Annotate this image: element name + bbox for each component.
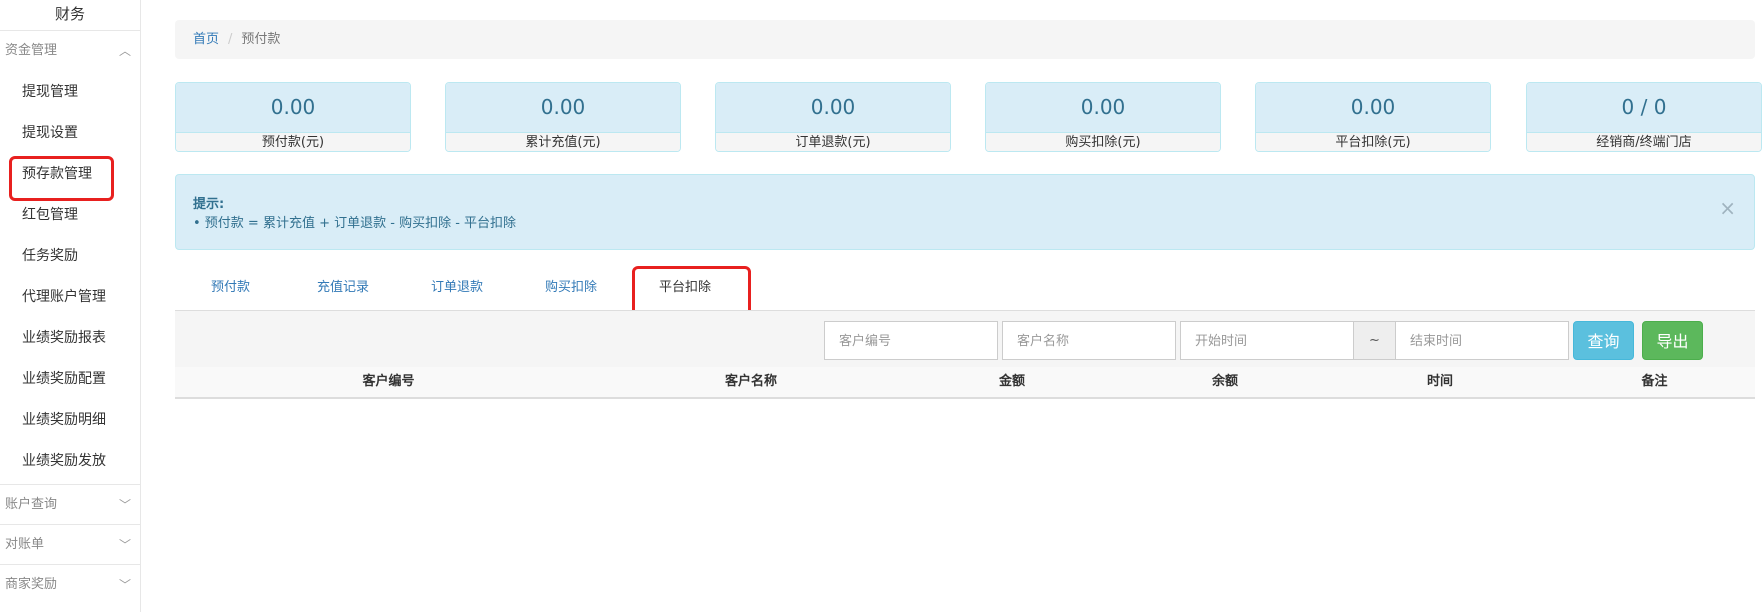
stat-value: 0.00 <box>1256 83 1490 132</box>
sidebar-item-label: 代理账户管理 <box>22 289 106 305</box>
sidebar-title: 财务 <box>54 5 85 23</box>
stat-card-platform-deduction: 0.00 平台扣除(元) <box>1255 82 1491 152</box>
sidebar-item-label: 业绩奖励配置 <box>22 371 106 387</box>
stat-card-total-recharge: 0.00 累计充值(元) <box>445 82 681 152</box>
sidebar-item-performance-config[interactable]: 业绩奖励配置 <box>0 359 140 400</box>
sidebar-item-label: 业绩奖励发放 <box>22 453 106 469</box>
sidebar-item-agent-account-management[interactable]: 代理账户管理 <box>0 277 140 318</box>
sidebar: 财务 资金管理 ︿ 提现管理 提现设置 预存款管理 红包管理 任务奖励 代理账户… <box>0 0 141 612</box>
start-time-input[interactable] <box>1180 321 1354 360</box>
breadcrumb: 首页 / 预付款 <box>175 20 1755 59</box>
sidebar-item-label: 业绩奖励明细 <box>22 412 106 428</box>
stat-card-prepaid: 0.00 预付款(元) <box>175 82 411 152</box>
stats-row: 0.00 预付款(元) 0.00 累计充值(元) 0.00 订单退款(元) 0.… <box>175 82 1762 152</box>
sidebar-item-label: 提现管理 <box>22 84 78 100</box>
chevron-down-icon: ﹀ <box>118 538 131 552</box>
stat-card-dealers-stores: 0 / 0 经销商/终端门店 <box>1526 82 1762 152</box>
sidebar-item-deposit-management[interactable]: 预存款管理 <box>0 154 140 201</box>
sidebar-group-label: 商家奖励 <box>5 577 58 592</box>
export-button[interactable]: 导出 <box>1642 321 1703 360</box>
stat-card-order-refund: 0.00 订单退款(元) <box>715 82 951 152</box>
tab-purchase-deduction[interactable]: 购买扣除 <box>545 266 597 310</box>
end-time-input[interactable] <box>1395 321 1569 360</box>
stat-value: 0.00 <box>446 83 680 132</box>
tab-bar: 预付款 充值记录 订单退款 购买扣除 平台扣除 <box>175 266 1755 318</box>
stat-value: 0.00 <box>716 83 950 132</box>
alert-title: 提示: <box>193 197 225 212</box>
stat-label: 平台扣除(元) <box>1256 132 1490 151</box>
column-header-time: 时间 <box>1426 374 1453 389</box>
breadcrumb-separator: / <box>228 32 233 47</box>
sidebar-item-label: 红包管理 <box>22 207 78 223</box>
sidebar-group-label: 资金管理 <box>5 43 58 58</box>
date-range-separator: ~ <box>1354 321 1395 360</box>
sidebar-item-performance-report[interactable]: 业绩奖励报表 <box>0 318 140 359</box>
alert-text: • 预付款 = 累计充值 + 订单退款 - 购买扣除 - 平台扣除 <box>193 216 517 231</box>
sidebar-group-label: 对账单 <box>5 537 45 552</box>
stat-card-purchase-deduction: 0.00 购买扣除(元) <box>985 82 1221 152</box>
stat-label: 累计充值(元) <box>446 132 680 151</box>
breadcrumb-home-link[interactable]: 首页 <box>193 32 219 47</box>
sidebar-item-label: 任务奖励 <box>22 248 78 264</box>
sidebar-group-account-query[interactable]: 账户查询 ﹀ <box>0 484 140 524</box>
info-alert: 提示: • 预付款 = 累计充值 + 订单退款 - 购买扣除 - 平台扣除 × <box>175 174 1755 250</box>
sidebar-group-fund-management[interactable]: 资金管理 ︿ <box>0 30 140 70</box>
chevron-down-icon: ﹀ <box>118 578 131 592</box>
column-header-balance: 余额 <box>1211 374 1238 389</box>
tab-platform-deduction[interactable]: 平台扣除 <box>631 266 752 318</box>
close-icon[interactable]: × <box>1719 197 1736 219</box>
tab-order-refund[interactable]: 订单退款 <box>431 266 483 310</box>
query-button[interactable]: 查询 <box>1573 321 1634 360</box>
tab-prepaid[interactable]: 预付款 <box>211 266 250 310</box>
sidebar-item-red-packet-management[interactable]: 红包管理 <box>0 195 140 236</box>
stat-label: 订单退款(元) <box>716 132 950 151</box>
stat-label: 经销商/终端门店 <box>1527 132 1761 151</box>
stat-value: 0.00 <box>986 83 1220 132</box>
column-header-customer-name: 客户名称 <box>724 374 777 389</box>
sidebar-item-label: 业绩奖励报表 <box>22 330 106 346</box>
stat-label: 购买扣除(元) <box>986 132 1220 151</box>
sidebar-item-withdraw-settings[interactable]: 提现设置 <box>0 113 140 154</box>
sidebar-item-task-rewards[interactable]: 任务奖励 <box>0 236 140 277</box>
column-header-remarks: 备注 <box>1641 374 1668 389</box>
stat-label: 预付款(元) <box>176 132 410 151</box>
sidebar-item-performance-payout[interactable]: 业绩奖励发放 <box>0 441 140 482</box>
stat-value: 0.00 <box>176 83 410 132</box>
sidebar-group-label: 账户查询 <box>5 497 58 512</box>
table-header: 客户编号 客户名称 金额 余额 时间 备注 <box>175 367 1755 399</box>
tab-recharge-records[interactable]: 充值记录 <box>317 266 369 310</box>
column-header-customer-id: 客户编号 <box>362 374 415 389</box>
stat-value: 0 / 0 <box>1527 83 1761 132</box>
breadcrumb-current: 预付款 <box>241 32 281 47</box>
sidebar-group-merchant-rewards[interactable]: 商家奖励 ﹀ <box>0 564 140 604</box>
sidebar-group-statements[interactable]: 对账单 ﹀ <box>0 524 140 564</box>
chevron-up-icon: ︿ <box>118 44 131 58</box>
search-toolbar: ~ 查询 导出 <box>175 310 1755 367</box>
chevron-down-icon: ﹀ <box>118 498 131 512</box>
customer-name-input[interactable] <box>1002 321 1176 360</box>
customer-id-input[interactable] <box>824 321 998 360</box>
sidebar-item-performance-details[interactable]: 业绩奖励明细 <box>0 400 140 441</box>
sidebar-item-withdraw-management[interactable]: 提现管理 <box>0 72 140 113</box>
sidebar-item-label: 预存款管理 <box>22 166 92 182</box>
column-header-amount: 金额 <box>998 374 1025 389</box>
sidebar-item-label: 提现设置 <box>22 125 78 141</box>
